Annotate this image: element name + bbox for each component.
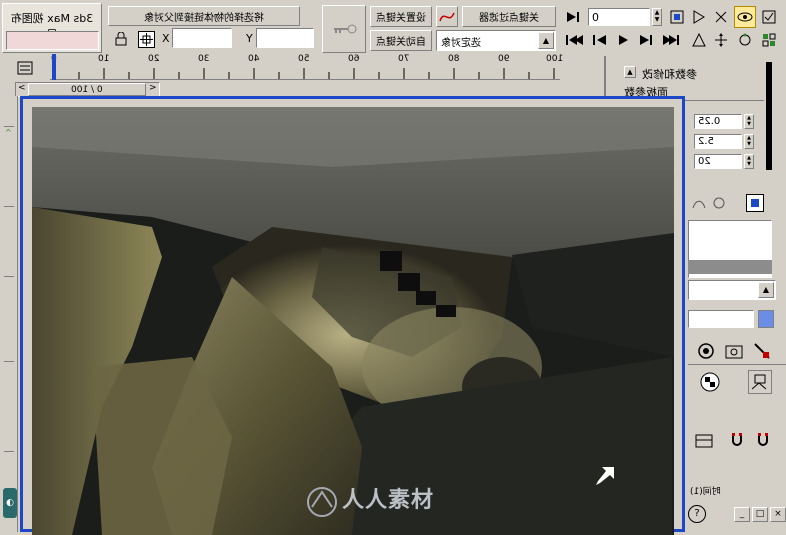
viewport-frame[interactable]: 人人素材	[20, 96, 685, 535]
prev-frame-icon[interactable]	[590, 32, 610, 48]
left-strip-divider-3	[4, 276, 14, 277]
play-end-icon[interactable]	[660, 32, 682, 48]
timeline-track[interactable]: 0102030405060708090100	[50, 54, 564, 80]
title-input[interactable]	[6, 31, 99, 50]
rollout-collapse-icon[interactable]: ▲	[624, 66, 636, 78]
configure-sets-icon[interactable]	[748, 370, 772, 394]
set-key-button[interactable]: 设置关键点	[370, 6, 432, 27]
help-icon[interactable]: ?	[688, 505, 706, 523]
app-title: 3ds Max 视图布局	[10, 12, 94, 41]
timeline-tick-label: 20	[148, 54, 160, 64]
arc-rotate-icon[interactable]	[736, 31, 754, 49]
min-max-toggle-icon[interactable]	[760, 31, 778, 49]
timeline-tick-label: 100	[546, 54, 564, 64]
rollout-title: 参数和修改	[642, 68, 697, 81]
checker-icon[interactable]	[698, 370, 722, 394]
param-field-3[interactable]: 20	[694, 154, 742, 169]
pin-stack-icon[interactable]	[694, 340, 718, 362]
timeline-tick-label: 80	[448, 54, 460, 64]
auto-key-button[interactable]: 自动关键点	[370, 30, 432, 51]
utilities-icon[interactable]	[746, 194, 764, 212]
combo-dropdown-icon[interactable]: ▲	[538, 32, 554, 49]
selection-combo[interactable]: 选定对象 ▲	[436, 30, 556, 51]
window-close-icon[interactable]: ×	[770, 507, 786, 522]
watermark-text: 人人素材	[342, 488, 435, 513]
make-unique-icon[interactable]	[750, 340, 774, 362]
title-box: 3ds Max 视图布局	[2, 3, 102, 53]
left-green-marker: ^	[5, 128, 12, 137]
snap-icon[interactable]	[728, 428, 752, 452]
window-restore-icon[interactable]: □	[752, 507, 768, 522]
play-start-icon[interactable]	[563, 32, 585, 48]
param-spinner-1[interactable]: ▲ ▼	[744, 114, 754, 129]
frame-spinner[interactable]: ▲ ▼	[652, 8, 662, 26]
frame-field[interactable]: 0	[588, 8, 650, 26]
timeline-tick-label: 10	[98, 54, 110, 64]
right-scrollbar[interactable]	[766, 62, 772, 170]
walk-through-icon[interactable]	[712, 31, 730, 49]
orbit-icon[interactable]	[734, 6, 756, 28]
timeline-labels: 0102030405060708090100	[50, 54, 564, 66]
y-coord-field[interactable]	[256, 28, 314, 48]
modifier-dropdown[interactable]: ▲	[688, 280, 776, 300]
scene-render	[32, 107, 674, 535]
param-field-1[interactable]: 0.25	[694, 114, 742, 129]
viewport-render[interactable]: 人人素材	[32, 107, 674, 535]
param-field-2[interactable]: 5.2	[694, 134, 742, 149]
key-filters-button[interactable]: 关键点过滤器	[462, 6, 556, 27]
x-coord-field[interactable]	[172, 28, 232, 48]
snap-icon-2[interactable]	[754, 428, 778, 452]
modifier-dropdown-icon[interactable]: ▲	[758, 282, 774, 298]
maxscript-icon[interactable]: ◐	[3, 488, 17, 518]
key-icon[interactable]	[332, 20, 358, 38]
selection-toggle-icon[interactable]	[138, 31, 155, 48]
left-strip-divider-2	[4, 206, 14, 207]
timeline-tick-label: 90	[498, 54, 510, 64]
left-side-strip: ^ ◐	[0, 96, 18, 532]
x-coord-label: X	[162, 32, 170, 45]
frame-bracket-icon[interactable]	[692, 430, 716, 452]
play-icon[interactable]	[614, 32, 632, 48]
timeline-tick-label: 40	[248, 54, 260, 64]
window-minimize-icon[interactable]: _	[734, 507, 750, 522]
left-strip-divider-1	[4, 126, 14, 127]
show-end-result-icon[interactable]	[722, 340, 746, 362]
timeline-marker[interactable]	[52, 54, 56, 80]
time-slider[interactable]: 0 / 100 < >	[15, 82, 160, 97]
timeline-tick-label: 60	[348, 54, 360, 64]
maximize-toggle-icon[interactable]	[760, 8, 778, 26]
next-frame-icon[interactable]	[636, 32, 656, 48]
time-slider-next[interactable]: >	[149, 83, 157, 93]
param-spinner-2[interactable]: ▲ ▼	[744, 134, 754, 149]
hierarchy-icon[interactable]	[690, 194, 708, 212]
goto-end-icon[interactable]	[563, 9, 583, 25]
timeline-tick-label: 50	[298, 54, 310, 64]
timeline-tick-label: 30	[198, 54, 210, 64]
time-status-label: 时间(1)	[690, 487, 721, 497]
field-of-view-icon[interactable]	[690, 31, 708, 49]
motion-icon[interactable]	[710, 194, 728, 212]
timeline-toggle-icon[interactable]	[14, 58, 36, 78]
key-icon-panel	[322, 5, 366, 53]
zoom-region-icon[interactable]	[712, 8, 730, 26]
time-slider-prev[interactable]: <	[18, 83, 26, 93]
y-coord-label: Y	[246, 32, 253, 45]
right-lower-panel: ▲ 时间(1) ? _ □ ×	[688, 180, 786, 532]
modifier-list-selected-row[interactable]	[688, 260, 772, 274]
color-swatch[interactable]	[758, 310, 774, 328]
lock-icon[interactable]	[113, 31, 129, 47]
time-slider-thumb[interactable]: 0 / 100	[28, 83, 146, 96]
name-field[interactable]	[688, 310, 754, 328]
zoom-extents-icon[interactable]	[668, 8, 686, 26]
curve-icon[interactable]	[436, 6, 458, 27]
param-spinner-3[interactable]: ▲ ▼	[744, 154, 754, 169]
left-strip-divider-4	[4, 361, 14, 362]
pan-icon[interactable]	[690, 8, 708, 26]
link-parent-label: 将选择的物体链接到父对象	[108, 6, 300, 26]
timeline-tick-label: 70	[398, 54, 410, 64]
panel-divider	[688, 364, 786, 365]
left-strip-divider-5	[4, 451, 14, 452]
